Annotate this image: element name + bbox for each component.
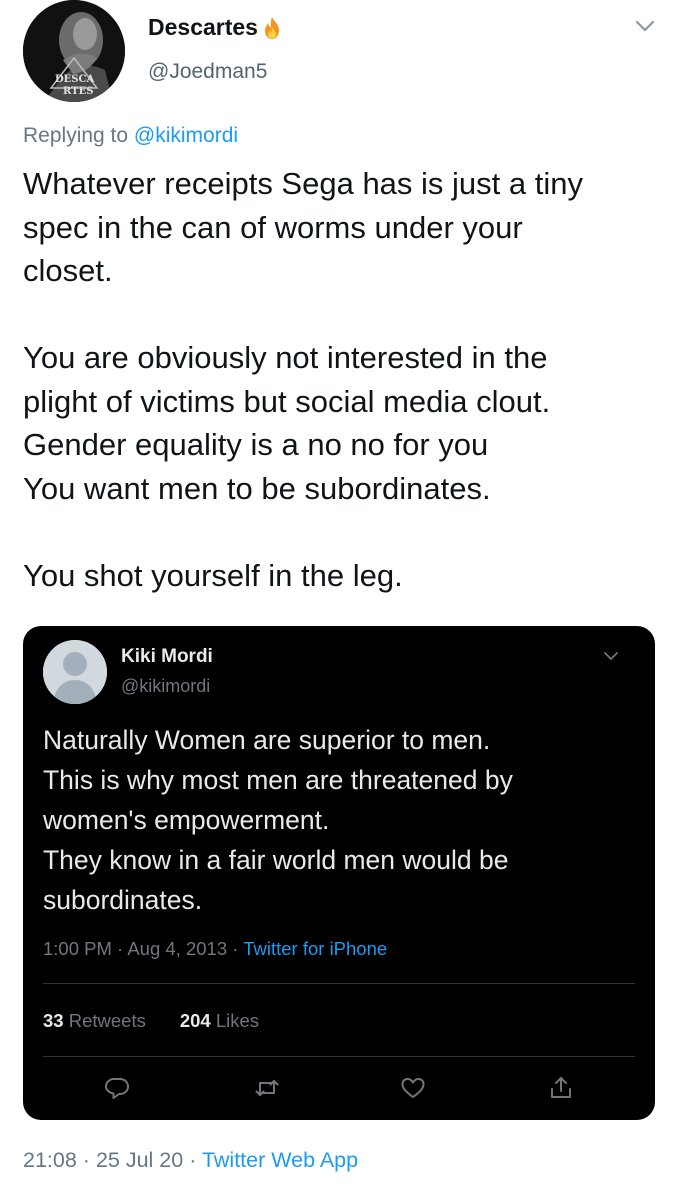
divider: [43, 1056, 635, 1057]
reply-to-handle-link[interactable]: @kikimordi: [134, 124, 238, 147]
replying-prefix: Replying to: [23, 124, 134, 147]
share-icon[interactable]: [547, 1074, 575, 1102]
retweets-label: Retweets: [68, 1010, 146, 1031]
tweet-timestamp-footer: 21:08 · 25 Jul 20 · Twitter Web App: [23, 1148, 358, 1173]
quoted-time: 1:00 PM: [43, 938, 112, 959]
avatar-logo-text-top: DESCA: [55, 74, 94, 85]
quoted-date[interactable]: Aug 4, 2013: [127, 938, 227, 959]
quoted-source-link[interactable]: Twitter for iPhone: [243, 938, 387, 959]
quoted-stats: 33 Retweets 204 Likes: [43, 1010, 259, 1032]
footer-source-app-link[interactable]: Twitter Web App: [202, 1148, 358, 1172]
author-handle[interactable]: @Joedman5: [148, 60, 267, 84]
quoted-default-avatar[interactable]: [43, 640, 107, 704]
quoted-handle[interactable]: @kikimordi: [121, 676, 210, 697]
retweet-icon[interactable]: [253, 1074, 281, 1102]
quoted-chevron-down-icon[interactable]: [601, 648, 621, 664]
footer-date[interactable]: 25 Jul 20: [96, 1148, 183, 1172]
author-name-row[interactable]: Descartes: [148, 14, 284, 41]
like-heart-icon[interactable]: [399, 1074, 427, 1102]
quoted-tweet-text: Naturally Women are superior to men. Thi…: [43, 725, 513, 915]
likes-stat[interactable]: 204 Likes: [180, 1010, 259, 1032]
retweets-count: 33: [43, 1010, 64, 1031]
meta-separator: ·: [117, 938, 128, 959]
meta-separator: ·: [82, 1148, 96, 1172]
likes-label: Likes: [215, 1010, 260, 1031]
replying-to-line: Replying to @kikimordi: [23, 124, 238, 148]
reply-icon[interactable]: [103, 1074, 131, 1102]
quoted-tweet-card[interactable]: Kiki Mordi @kikimordi Naturally Women ar…: [23, 626, 655, 1120]
divider: [43, 983, 635, 984]
avatar-logo-text-bottom: RTES: [63, 86, 93, 97]
author-avatar[interactable]: DESCA RTES: [23, 0, 125, 102]
tweet-text: Whatever receipts Sega has is just a tin…: [23, 166, 583, 593]
quoted-timestamp-line: 1:00 PM · Aug 4, 2013 · Twitter for iPho…: [43, 938, 387, 960]
meta-separator: ·: [189, 1148, 202, 1172]
retweets-stat[interactable]: 33 Retweets: [43, 1010, 146, 1032]
fire-icon: [260, 15, 284, 41]
footer-time[interactable]: 21:08: [23, 1148, 77, 1172]
likes-count: 204: [179, 1010, 211, 1031]
author-display-name[interactable]: Descartes: [148, 14, 258, 41]
chevron-down-icon[interactable]: [632, 16, 658, 36]
meta-separator: ·: [232, 938, 244, 959]
quoted-display-name[interactable]: Kiki Mordi: [121, 646, 213, 668]
